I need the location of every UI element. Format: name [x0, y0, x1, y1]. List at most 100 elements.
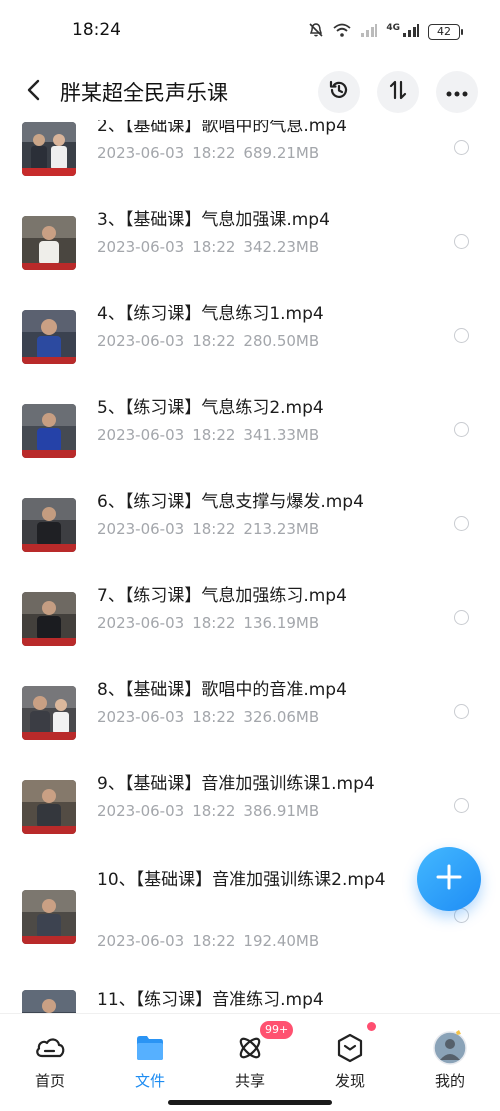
mute-icon: [308, 22, 324, 42]
video-thumbnail: [22, 990, 76, 1013]
file-size: 213.23MB: [243, 520, 320, 538]
select-radio[interactable]: [454, 798, 469, 813]
video-thumbnail: [22, 890, 76, 944]
more-icon: [446, 83, 468, 102]
file-row[interactable]: 5、【练习课】气息练习2.mp4 2023-06-03 18:22 341.33MB: [0, 392, 500, 486]
video-thumbnail: [22, 310, 76, 364]
file-time: 18:22: [192, 426, 236, 444]
home-indicator: [168, 1100, 332, 1105]
file-row[interactable]: 7、【练习课】气息加强练习.mp4 2023-06-03 18:22 136.19M…: [0, 580, 500, 674]
nav-label: 发现: [334, 1072, 365, 1090]
file-time: 18:22: [192, 332, 236, 350]
file-row[interactable]: 3、【基础课】气息加强课.mp4 2023-06-03 18:22 342.23MB: [0, 204, 500, 298]
video-thumbnail: [22, 592, 76, 646]
nav-item-share[interactable]: 99+ 共享: [200, 1014, 300, 1098]
sort-icon: [387, 79, 409, 105]
file-date: 2023-06-03: [97, 932, 185, 950]
avatar-icon: [430, 1028, 470, 1068]
network-type-label: 4G: [386, 23, 400, 33]
file-name: 11、【练习课】音准练习.mp4: [97, 990, 324, 1010]
file-date: 2023-06-03: [97, 614, 185, 632]
nav-label: 首页: [34, 1072, 65, 1090]
file-row[interactable]: 11、【练习课】音准练习.mp4: [0, 978, 500, 1013]
header: 胖某超全民声乐课: [0, 64, 500, 120]
file-name: 8、【基础课】歌唱中的音准.mp4: [97, 680, 347, 700]
file-row[interactable]: 9、【基础课】音准加强训练课1.mp4 2023-06-03 18:22 386.9…: [0, 768, 500, 862]
history-button[interactable]: [318, 71, 360, 113]
back-button[interactable]: [18, 76, 50, 108]
file-date: 2023-06-03: [97, 426, 185, 444]
select-radio[interactable]: [454, 908, 469, 923]
file-date: 2023-06-03: [97, 238, 185, 256]
file-meta: 2023-06-03 18:22 192.40MB: [97, 932, 319, 950]
file-time: 18:22: [192, 238, 236, 256]
file-time: 18:22: [192, 520, 236, 538]
video-thumbnail: [22, 404, 76, 458]
file-size: 341.33MB: [243, 426, 320, 444]
file-time: 18:22: [192, 932, 236, 950]
file-name: 10、【基础课】音准加强训练课2.mp4: [97, 870, 386, 890]
file-name: 6、【练习课】气息支撑与爆发.mp4: [97, 492, 364, 512]
file-name: 9、【基础课】音准加强训练课1.mp4: [97, 774, 375, 794]
file-size: 386.91MB: [243, 802, 320, 820]
more-button[interactable]: [436, 71, 478, 113]
bottom-nav: 首页 文件 99+ 共享 发现 我的: [0, 1013, 500, 1111]
discover-cube-icon: [330, 1028, 370, 1068]
file-date: 2023-06-03: [97, 144, 185, 162]
file-meta: 2023-06-03 18:22 280.50MB: [97, 332, 319, 350]
battery-level: 42: [437, 25, 451, 38]
file-time: 18:22: [192, 802, 236, 820]
nav-label: 我的: [434, 1072, 465, 1090]
file-name: 2、【基础课】歌唱中的气息.mp4: [97, 120, 347, 136]
file-row[interactable]: 8、【基础课】歌唱中的音准.mp4 2023-06-03 18:22 326.06M…: [0, 674, 500, 768]
select-radio[interactable]: [454, 328, 469, 343]
select-radio[interactable]: [454, 516, 469, 531]
nav-item-discover[interactable]: 发现: [300, 1014, 400, 1098]
notification-badge: 99+: [260, 1021, 294, 1039]
file-time: 18:22: [192, 614, 236, 632]
plus-icon: [436, 864, 462, 894]
select-radio[interactable]: [454, 422, 469, 437]
file-size: 326.06MB: [243, 708, 320, 726]
file-date: 2023-06-03: [97, 332, 185, 350]
nav-item-home[interactable]: 首页: [0, 1014, 100, 1098]
nav-item-mine[interactable]: 我的: [400, 1014, 500, 1098]
file-meta: 2023-06-03 18:22 326.06MB: [97, 708, 319, 726]
file-meta: 2023-06-03 18:22 342.23MB: [97, 238, 319, 256]
page-title: 胖某超全民声乐课: [60, 81, 228, 105]
file-meta: 2023-06-03 18:22 213.23MB: [97, 520, 319, 538]
history-icon: [327, 78, 351, 106]
video-thumbnail: [22, 686, 76, 740]
nav-item-files[interactable]: 文件: [100, 1014, 200, 1098]
file-row[interactable]: 2、【基础课】歌唱中的气息.mp4 2023-06-03 18:22 689.21M…: [0, 120, 500, 200]
select-radio[interactable]: [454, 704, 469, 719]
file-meta: 2023-06-03 18:22 689.21MB: [97, 144, 319, 162]
file-size: 136.19MB: [243, 614, 320, 632]
file-meta: 2023-06-03 18:22 136.19MB: [97, 614, 319, 632]
file-row[interactable]: 6、【练习课】气息支撑与爆发.mp4 2023-06-03 18:22 213.23…: [0, 486, 500, 580]
status-icons: 4G 42: [308, 22, 463, 42]
back-icon: [26, 79, 42, 105]
select-radio[interactable]: [454, 140, 469, 155]
file-meta: 2023-06-03 18:22 386.91MB: [97, 802, 319, 820]
sort-button[interactable]: [377, 71, 419, 113]
file-name: 7、【练习课】气息加强练习.mp4: [97, 586, 347, 606]
cloud-home-icon: [30, 1028, 70, 1068]
select-radio[interactable]: [454, 610, 469, 625]
file-time: 18:22: [192, 708, 236, 726]
select-radio[interactable]: [454, 234, 469, 249]
nav-label: 文件: [134, 1072, 165, 1090]
status-bar: 18:24 4G 42: [0, 0, 500, 64]
file-row[interactable]: 4、【练习课】气息练习1.mp4 2023-06-03 18:22 280.50MB: [0, 298, 500, 392]
video-thumbnail: [22, 498, 76, 552]
file-date: 2023-06-03: [97, 802, 185, 820]
notification-dot: [367, 1022, 376, 1031]
signal-icon: [360, 22, 378, 42]
video-thumbnail: [22, 216, 76, 270]
battery-icon: 42: [428, 24, 463, 40]
file-size: 689.21MB: [243, 144, 320, 162]
upload-fab-button[interactable]: [417, 847, 481, 911]
wifi-icon: [332, 22, 352, 42]
file-name: 3、【基础课】气息加强课.mp4: [97, 210, 330, 230]
file-time: 18:22: [192, 144, 236, 162]
